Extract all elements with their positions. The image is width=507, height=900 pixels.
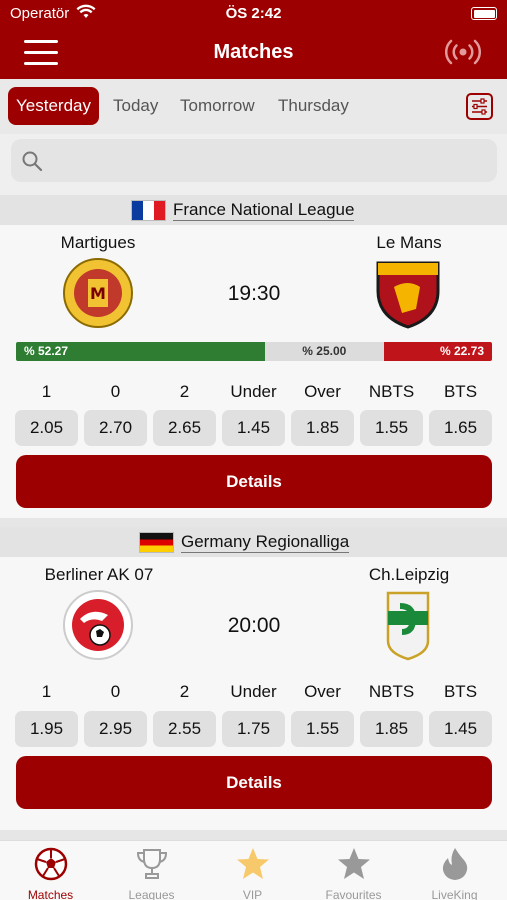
tab-vip[interactable]: VIP bbox=[202, 847, 303, 900]
tab-yesterday[interactable]: Yesterday bbox=[8, 87, 99, 125]
home-team-name: Berliner AK 07 bbox=[44, 565, 154, 584]
kickoff-time: 19:30 bbox=[227, 282, 281, 305]
odds-value[interactable]: 1.55 bbox=[291, 711, 354, 747]
odds-value[interactable]: 1.45 bbox=[222, 410, 285, 446]
odds-value[interactable]: 2.05 bbox=[15, 410, 78, 446]
tab-matches[interactable]: Matches bbox=[0, 847, 101, 900]
tab-label: VIP bbox=[242, 888, 263, 900]
odds-value[interactable]: 2.55 bbox=[153, 711, 216, 747]
odds-label: 1 bbox=[41, 682, 52, 701]
league-name: France National League bbox=[173, 200, 355, 221]
tab-label: Matches bbox=[27, 888, 74, 900]
bottom-tab-bar: Matches Leagues VIP Favourites LiveKing bbox=[0, 840, 507, 900]
martigues-logo-icon: M bbox=[63, 258, 133, 328]
details-button[interactable]: Details bbox=[16, 756, 492, 809]
tab-label: LiveKing bbox=[431, 888, 478, 900]
odds-value[interactable]: 1.45 bbox=[429, 711, 492, 747]
chemie-leipzig-logo-icon bbox=[386, 591, 430, 661]
odds-label: 0 bbox=[110, 682, 121, 701]
odds-label: Over bbox=[304, 382, 341, 401]
odds-label: Under bbox=[230, 682, 277, 701]
match-card: Martigues Le Mans M 19:30 % 52.27 % 25.0… bbox=[0, 225, 507, 518]
star-icon bbox=[337, 848, 370, 879]
nav-bar: Matches bbox=[0, 28, 507, 79]
odds-label: 1 bbox=[41, 382, 52, 401]
odds-value[interactable]: 1.55 bbox=[360, 410, 423, 446]
odds-value[interactable]: 1.85 bbox=[360, 711, 423, 747]
search-icon bbox=[22, 151, 43, 172]
probability-bar: % 52.27 % 25.00 % 22.73 bbox=[16, 342, 492, 361]
home-team-name: Martigues bbox=[60, 233, 136, 252]
league-name: Germany Regionalliga bbox=[181, 532, 350, 553]
soccer-ball-icon bbox=[34, 847, 67, 881]
search-input[interactable] bbox=[57, 147, 477, 175]
odds-value[interactable]: 2.95 bbox=[84, 711, 147, 747]
odds-value[interactable]: 1.75 bbox=[222, 711, 285, 747]
tab-liveking[interactable]: LiveKing bbox=[404, 847, 505, 900]
odds-value[interactable]: 2.65 bbox=[153, 410, 216, 446]
odds-label: Under bbox=[230, 382, 277, 401]
broadcast-icon[interactable] bbox=[445, 39, 481, 65]
france-flag-icon bbox=[131, 200, 166, 221]
sliders-icon bbox=[472, 98, 487, 115]
tab-thursday[interactable]: Thursday bbox=[278, 87, 349, 125]
tab-today[interactable]: Today bbox=[113, 87, 158, 125]
home-win-probability: % 52.27 bbox=[16, 342, 265, 361]
filter-button[interactable] bbox=[466, 93, 493, 120]
odds-label: BTS bbox=[443, 382, 478, 401]
clock: ÖS 2:42 bbox=[225, 5, 282, 22]
odds-label: 2 bbox=[179, 382, 190, 401]
search-bar bbox=[11, 139, 497, 182]
odds-label: 0 bbox=[110, 382, 121, 401]
flame-icon bbox=[442, 848, 467, 880]
tab-favourites[interactable]: Favourites bbox=[303, 847, 404, 900]
odds-label: BTS bbox=[443, 682, 478, 701]
divider bbox=[0, 830, 507, 840]
status-bar: Operatör ÖS 2:42 bbox=[0, 0, 507, 28]
odds-label: NBTS bbox=[368, 382, 415, 401]
le-mans-logo-icon bbox=[376, 261, 440, 329]
trophy-icon bbox=[136, 849, 167, 879]
odds-label: NBTS bbox=[368, 682, 415, 701]
battery-icon bbox=[471, 7, 497, 20]
odds-value[interactable]: 1.65 bbox=[429, 410, 492, 446]
odds-label: Over bbox=[304, 682, 341, 701]
kickoff-time: 20:00 bbox=[227, 614, 281, 637]
odds-value[interactable]: 1.95 bbox=[15, 711, 78, 747]
berliner-ak-logo-icon bbox=[63, 590, 133, 660]
match-card: Berliner AK 07 Ch.Leipzig 20:00 1 0 2 Un… bbox=[0, 557, 507, 834]
star-icon bbox=[236, 848, 269, 879]
away-team-name: Le Mans bbox=[376, 233, 442, 252]
tab-tomorrow[interactable]: Tomorrow bbox=[180, 87, 255, 125]
day-tabs: Yesterday Today Tomorrow Thursday bbox=[0, 79, 507, 134]
details-button[interactable]: Details bbox=[16, 455, 492, 508]
odds-label: 2 bbox=[179, 682, 190, 701]
svg-text:M: M bbox=[90, 284, 106, 303]
away-team-name: Ch.Leipzig bbox=[368, 565, 450, 584]
away-win-probability: % 22.73 bbox=[383, 342, 492, 361]
germany-flag-icon bbox=[139, 532, 174, 553]
draw-probability: % 25.00 bbox=[264, 342, 384, 361]
odds-value[interactable]: 2.70 bbox=[84, 410, 147, 446]
league-header[interactable]: France National League bbox=[0, 195, 507, 225]
tab-label: Favourites bbox=[325, 888, 382, 900]
page-title: Matches bbox=[213, 41, 294, 63]
tab-leagues[interactable]: Leagues bbox=[101, 847, 202, 900]
tab-label: Leagues bbox=[128, 888, 175, 900]
league-header[interactable]: Germany Regionalliga bbox=[0, 527, 507, 557]
odds-value[interactable]: 1.85 bbox=[291, 410, 354, 446]
